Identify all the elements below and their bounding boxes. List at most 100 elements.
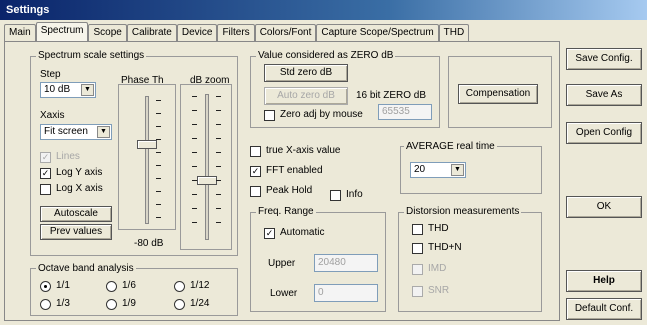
lower-label: Lower xyxy=(270,288,298,299)
freq-range-title: Freq. Range xyxy=(256,206,316,217)
save-config-button[interactable]: Save Config. xyxy=(566,48,642,70)
chevron-down-icon: ▼ xyxy=(451,164,464,176)
tick xyxy=(192,96,197,97)
log-x-axis-label: Log X axis xyxy=(56,183,103,194)
phase-th-label: Phase Th xyxy=(121,75,164,86)
std-zero-db-button[interactable]: Std zero dB xyxy=(264,64,348,82)
thd-n-checkbox[interactable] xyxy=(412,243,423,254)
chevron-down-icon: ▼ xyxy=(81,84,94,96)
octave-radio-1-12[interactable] xyxy=(174,281,185,292)
info-checkbox[interactable] xyxy=(330,190,341,201)
autoscale-button[interactable]: Autoscale xyxy=(40,206,112,222)
octave-label-1-3: 1/3 xyxy=(56,298,70,309)
db-zoom-slider-thumb[interactable] xyxy=(197,176,217,185)
open-config-button[interactable]: Open Config xyxy=(566,122,642,144)
default-conf-button[interactable]: Default Conf. xyxy=(566,298,642,320)
tick xyxy=(192,138,197,139)
tick xyxy=(216,110,221,111)
tick xyxy=(192,208,197,209)
info-label: Info xyxy=(346,189,363,200)
imd-checkbox[interactable] xyxy=(412,264,423,275)
automatic-label: Automatic xyxy=(280,227,325,238)
zero-adj-checkbox[interactable] xyxy=(264,110,275,121)
bit16-zero-db-input[interactable]: 65535 xyxy=(378,104,432,120)
automatic-checkbox[interactable]: ✓ xyxy=(264,228,275,239)
tab-main[interactable]: Main xyxy=(4,24,36,42)
average-select[interactable]: 20 ▼ xyxy=(410,162,466,178)
thd-label: THD xyxy=(428,223,449,234)
upper-input[interactable]: 20480 xyxy=(314,254,378,272)
octave-radio-1-6[interactable] xyxy=(106,281,117,292)
phase-th-slider-thumb[interactable] xyxy=(137,140,157,149)
tick xyxy=(156,126,161,127)
octave-label-1-12: 1/12 xyxy=(190,280,210,291)
ok-button[interactable]: OK xyxy=(566,196,642,218)
octave-label-1-1: 1/1 xyxy=(56,280,70,291)
thd-checkbox[interactable] xyxy=(412,224,423,235)
true-x-axis-label: true X-axis value xyxy=(266,145,341,156)
tab-device[interactable]: Device xyxy=(176,24,218,42)
spectrum-scale-title: Spectrum scale settings xyxy=(36,50,147,61)
xaxis-select[interactable]: Fit screen ▼ xyxy=(40,124,112,140)
step-select-value: 10 dB xyxy=(44,84,71,95)
peak-hold-checkbox[interactable] xyxy=(250,186,261,197)
snr-checkbox[interactable] xyxy=(412,286,423,297)
bit16-zero-db-label: 16 bit ZERO dB xyxy=(356,90,427,101)
tab-thd[interactable]: THD xyxy=(438,24,470,42)
octave-radio-1-24[interactable] xyxy=(174,299,185,310)
log-y-axis-checkbox[interactable]: ✓ xyxy=(40,168,51,179)
compensation-button[interactable]: Compensation xyxy=(458,84,538,104)
octave-radio-1-3[interactable] xyxy=(40,299,51,310)
help-button[interactable]: Help xyxy=(566,270,642,292)
tab-filters[interactable]: Filters xyxy=(217,24,255,42)
fft-enabled-checkbox[interactable]: ✓ xyxy=(250,166,261,177)
prev-values-button[interactable]: Prev values xyxy=(40,224,112,240)
tab-scope[interactable]: Scope xyxy=(88,24,127,42)
tab-calibrate[interactable]: Calibrate xyxy=(126,24,177,42)
auto-zero-db-button[interactable]: Auto zero dB xyxy=(264,87,348,105)
step-select[interactable]: 10 dB ▼ xyxy=(40,82,96,98)
phase-th-ticks xyxy=(156,100,162,220)
zero-db-title: Value considered as ZERO dB xyxy=(256,50,396,61)
tick xyxy=(216,208,221,209)
octave-label-1-24: 1/24 xyxy=(190,298,210,309)
zero-adj-label: Zero adj by mouse xyxy=(280,109,363,120)
octave-band-title: Octave band analysis xyxy=(36,263,136,274)
peak-hold-label: Peak Hold xyxy=(266,185,313,196)
distortion-title: Distorsion measurements xyxy=(404,206,522,217)
tick xyxy=(216,96,221,97)
octave-label-1-6: 1/6 xyxy=(122,280,136,291)
tick xyxy=(156,152,161,153)
tick xyxy=(216,166,221,167)
db-zoom-slider-track[interactable] xyxy=(205,94,209,240)
step-label: Step xyxy=(40,69,61,80)
octave-radio-1-1[interactable] xyxy=(40,281,51,292)
tick xyxy=(192,194,197,195)
save-as-button[interactable]: Save As xyxy=(566,84,642,106)
tick xyxy=(156,178,161,179)
db-zoom-label: dB zoom xyxy=(190,75,230,86)
tick xyxy=(216,124,221,125)
tab-spectrum[interactable]: Spectrum xyxy=(35,22,89,42)
lines-checkbox[interactable]: ✓ xyxy=(40,152,51,163)
phase-th-slider-track[interactable] xyxy=(145,96,149,224)
snr-label: SNR xyxy=(428,285,450,296)
window-title-bar: Settings xyxy=(0,0,647,20)
tick xyxy=(192,222,197,223)
octave-radio-1-9[interactable] xyxy=(106,299,117,310)
imd-label: IMD xyxy=(428,263,447,274)
lower-input[interactable]: 0 xyxy=(314,284,378,302)
db-zoom-ticks-right xyxy=(216,96,222,236)
window-title: Settings xyxy=(6,4,50,16)
tab-bar: Main Spectrum Scope Calibrate Device Fil… xyxy=(4,22,470,42)
tick xyxy=(156,165,161,166)
true-x-axis-checkbox[interactable] xyxy=(250,146,261,157)
tick xyxy=(216,152,221,153)
log-y-axis-label: Log Y axis xyxy=(56,167,103,178)
tick xyxy=(216,194,221,195)
tab-colors-font[interactable]: Colors/Font xyxy=(254,24,317,42)
tab-capture-scope-spectrum[interactable]: Capture Scope/Spectrum xyxy=(316,24,439,42)
xaxis-label: Xaxis xyxy=(40,110,65,121)
tick xyxy=(192,166,197,167)
log-x-axis-checkbox[interactable] xyxy=(40,184,51,195)
